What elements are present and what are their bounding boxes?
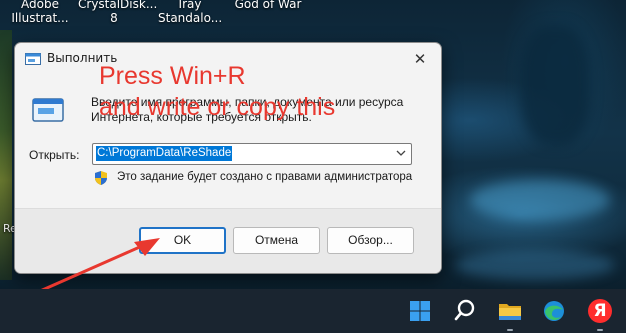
windows-start-icon[interactable]	[404, 295, 436, 327]
desktop-icon-label: 8	[110, 11, 118, 25]
annotation-line-1: Press Win+R	[99, 62, 246, 90]
wallpaper-glow	[455, 250, 615, 280]
desktop-icon-label: Adobe	[21, 0, 59, 11]
ok-button[interactable]: OK	[139, 227, 226, 254]
desktop-icon-label: Standalo...	[158, 11, 223, 25]
search-icon[interactable]	[449, 295, 481, 327]
running-indicator	[597, 329, 603, 331]
edge-icon[interactable]	[538, 295, 570, 327]
open-input-value[interactable]: C:\ProgramData\ReShade	[96, 146, 233, 161]
open-label: Открыть:	[29, 148, 80, 162]
desktop-icon-god-of-war[interactable]: God of War	[228, 0, 308, 11]
open-combobox[interactable]: C:\ProgramData\ReShade	[92, 143, 412, 165]
browse-button[interactable]: Обзор...	[327, 227, 414, 254]
taskbar: Я	[0, 289, 626, 333]
desktop-icon-label: God of War	[234, 0, 302, 11]
wallpaper-glow	[470, 180, 610, 220]
close-icon: ✕	[413, 50, 427, 68]
uac-shield-icon	[95, 171, 107, 185]
run-app-icon	[25, 53, 41, 65]
run-program-icon	[32, 98, 64, 122]
file-explorer-icon[interactable]	[494, 295, 526, 327]
close-button[interactable]: ✕	[407, 48, 433, 70]
cancel-button[interactable]: Отмена	[233, 227, 320, 254]
desktop-icon-crystaldisk[interactable]: CrystalDisk... 8	[78, 0, 158, 25]
annotation-line-2: and write or copy this	[99, 93, 336, 121]
desktop-icon-iray[interactable]: Iray Standalo...	[158, 0, 222, 25]
wallpaper-rock	[520, 25, 590, 145]
desktop-icon-label: Illustrat...	[11, 11, 69, 25]
admin-note: Это задание будет создано с правами адми…	[117, 171, 413, 183]
running-indicator	[507, 329, 513, 331]
chevron-down-icon[interactable]	[395, 147, 407, 159]
desktop-icon-label: Iray	[178, 0, 202, 11]
wallpaper-edge	[0, 30, 12, 280]
yandex-browser-icon[interactable]: Я	[588, 299, 612, 323]
desktop-icon-adobe-illustrator[interactable]: Adobe Illustrat...	[8, 0, 72, 25]
desktop-icon-label: CrystalDisk...	[78, 0, 158, 11]
